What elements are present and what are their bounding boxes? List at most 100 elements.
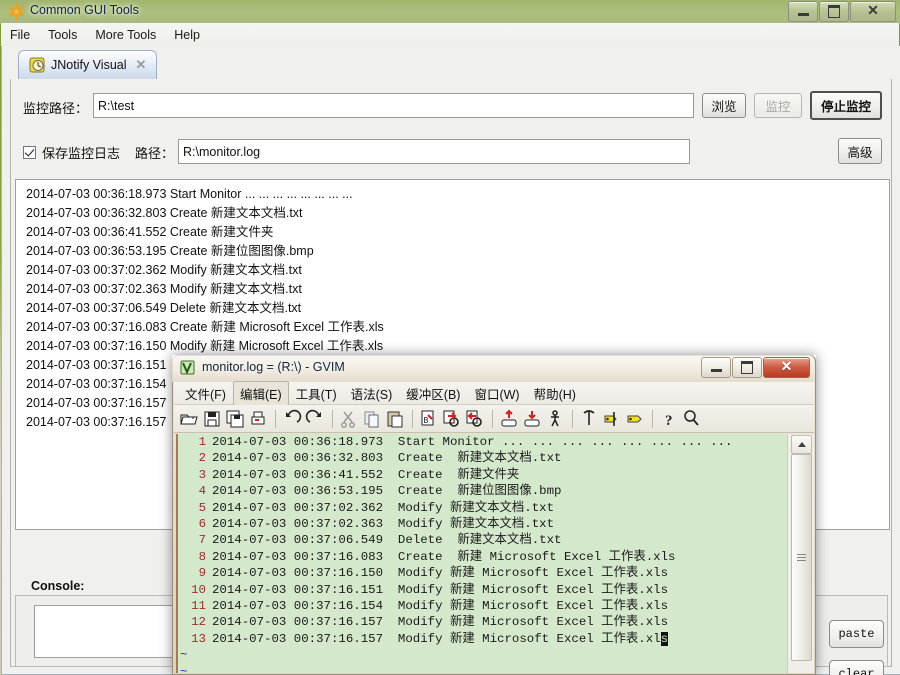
clock-icon: [29, 57, 45, 73]
find-prev-icon[interactable]: [464, 408, 486, 430]
svg-text:?: ?: [665, 413, 673, 429]
save-all-icon[interactable]: [224, 408, 246, 430]
gvim-line-text: 2014-07-03 00:36:18.973 Start Monitor ..…: [212, 435, 733, 449]
minimize-button[interactable]: [788, 1, 818, 22]
find-replace-icon[interactable]: B: [418, 408, 440, 430]
maximize-button[interactable]: [819, 1, 849, 22]
help-icon[interactable]: ?: [658, 408, 680, 430]
redo-icon[interactable]: [304, 408, 326, 430]
gvim-menu-tools[interactable]: 工具(T): [289, 381, 344, 406]
gvim-line-text: 2014-07-03 00:36:53.195 Create 新建位图图像.bm…: [212, 484, 562, 499]
gvim-line-text: 2014-07-03 00:37:16.151 Modify 新建 Micros…: [212, 582, 669, 597]
undo-icon[interactable]: [281, 408, 303, 430]
main-menubar: File Tools More Tools Help: [1, 23, 899, 47]
gvim-empty-marker: ~: [180, 648, 188, 663]
cut-icon[interactable]: [338, 408, 360, 430]
toolbar-separator: [652, 409, 653, 428]
gvim-menu-buffers[interactable]: 缓冲区(B): [399, 381, 467, 406]
save-icon[interactable]: [201, 408, 223, 430]
gvim-line-text: 2014-07-03 00:37:16.150 Modify 新建 Micros…: [212, 566, 669, 581]
gvim-text-area[interactable]: 1 2014-07-03 00:36:18.973 Start Monitor .…: [176, 434, 788, 673]
load-session-icon[interactable]: [498, 408, 520, 430]
save-log-checkbox[interactable]: 保存监控日志: [23, 143, 120, 162]
open-file-icon[interactable]: [178, 408, 200, 430]
main-window-title: Common GUI Tools: [30, 3, 139, 17]
menu-help[interactable]: Help: [165, 25, 209, 45]
find-next-icon[interactable]: [441, 408, 463, 430]
maximize-icon: [741, 361, 753, 374]
gvim-line-number: 2: [198, 451, 206, 466]
gvim-close-button[interactable]: ✕: [763, 357, 810, 378]
save-session-icon[interactable]: [521, 408, 543, 430]
gvim-line-text: 2014-07-03 00:37:16.083 Create 新建 Micros…: [212, 549, 676, 564]
gvim-window-title: monitor.log = (R:\) - GVIM: [202, 360, 345, 374]
gvim-line: 11 2014-07-03 00:37:16.154 Modify 新建 Micr…: [178, 598, 788, 614]
gvim-line-text: 2014-07-03 00:36:41.552 Create 新建文件夹: [212, 467, 520, 482]
start-monitor-button[interactable]: 监控: [754, 93, 802, 118]
menu-tools[interactable]: Tools: [39, 25, 86, 45]
minimize-icon: [797, 13, 809, 16]
find-help-icon[interactable]: [681, 408, 703, 430]
gvim-empty-marker: ~: [180, 664, 188, 673]
gvim-line-text: 2014-07-03 00:37:02.362 Modify 新建文本文档.tx…: [212, 500, 555, 515]
gvim-window[interactable]: monitor.log = (R:\) - GVIM ✕ 文件(F) 编辑(E)…: [172, 355, 816, 675]
scrollbar-thumb[interactable]: [791, 454, 812, 661]
gvim-line: 10 2014-07-03 00:37:16.151 Modify 新建 Micr…: [178, 582, 788, 598]
gvim-window-controls: ✕: [700, 357, 810, 378]
list-item: 2014-07-03 00:36:32.803 Create 新建文本文档.tx…: [26, 206, 303, 220]
gvim-line: 6 2014-07-03 00:37:02.363 Modify 新建文本文档.t…: [178, 516, 788, 532]
grip-icon: [797, 554, 806, 561]
tag-icon[interactable]: [624, 408, 646, 430]
gvim-line-number: 7: [198, 533, 206, 548]
gvim-menu-syntax[interactable]: 语法(S): [344, 381, 400, 406]
gvim-line-number: 12: [191, 615, 206, 630]
jump-tag-icon[interactable]: [601, 408, 623, 430]
tab-strip: JNotify Visual ✕: [10, 50, 892, 81]
tab-close-icon[interactable]: ✕: [136, 57, 147, 73]
list-item: 2014-07-03 00:36:41.552 Create 新建文件夹: [26, 225, 274, 239]
browse-button[interactable]: 浏览: [702, 93, 746, 118]
gvim-menu-edit[interactable]: 编辑(E): [232, 380, 289, 406]
menu-more-tools[interactable]: More Tools: [86, 25, 165, 45]
gvim-minimize-button[interactable]: [701, 357, 731, 378]
gvim-line-number: 5: [198, 500, 206, 515]
gvim-line: 2 2014-07-03 00:36:32.803 Create 新建文本文档.t…: [178, 450, 788, 466]
save-log-label: 保存监控日志: [42, 146, 121, 161]
close-button[interactable]: ✕: [850, 1, 896, 22]
screen: Common GUI Tools ✕ File Tools More Tools…: [0, 0, 900, 675]
advanced-button[interactable]: 高级: [838, 138, 882, 164]
gvim-line-text: 2014-07-03 00:37:06.549 Delete 新建文本文档.tx…: [212, 533, 562, 548]
scrollbar-up-button[interactable]: [791, 435, 812, 454]
copy-icon[interactable]: [361, 408, 383, 430]
menu-file[interactable]: File: [1, 25, 39, 45]
monitor-path-input[interactable]: [93, 93, 694, 118]
main-window-controls: ✕: [787, 1, 896, 22]
svg-text:B: B: [424, 416, 429, 425]
gvim-menu-window[interactable]: 窗口(W): [467, 381, 526, 406]
print-icon[interactable]: [247, 408, 269, 430]
gvim-menu-help[interactable]: 帮助(H): [527, 381, 583, 406]
toolbar-separator: [572, 409, 573, 428]
gvim-maximize-button[interactable]: [732, 357, 762, 378]
gvim-menu-file[interactable]: 文件(F): [178, 381, 233, 406]
console-label: Console:: [31, 579, 85, 593]
run-script-icon[interactable]: [544, 408, 566, 430]
log-path-input[interactable]: [178, 139, 690, 164]
list-item: 2014-07-03 00:36:53.195 Create 新建位图图像.bm…: [26, 244, 314, 258]
gvim-line-text: 2014-07-03 00:37:16.157 Modify 新建 Micros…: [212, 615, 669, 630]
list-item: 2014-07-03 00:37:06.549 Delete 新建文本文档.tx…: [26, 301, 302, 315]
gvim-line-number: 13: [191, 631, 206, 646]
gvim-cursor: s: [660, 631, 669, 646]
console-paste-button[interactable]: paste: [829, 620, 884, 648]
list-item: 2014-07-03 00:37:02.362 Modify 新建文本文档.tx…: [26, 263, 302, 277]
tab-jnotify-visual[interactable]: JNotify Visual ✕: [18, 50, 158, 79]
list-item: 2014-07-03 00:37:16.083 Create 新建 Micros…: [26, 320, 384, 334]
gvim-icon: [180, 360, 195, 375]
stop-monitor-button[interactable]: 停止监控: [810, 91, 882, 120]
gvim-toolbar: B ?: [174, 405, 814, 433]
paste-icon[interactable]: [384, 408, 406, 430]
gvim-line-text: 2014-07-03 00:37:16.157 Modify 新建 Micros…: [212, 631, 661, 646]
gvim-scrollbar[interactable]: [787, 434, 814, 673]
build-tags-icon[interactable]: [578, 408, 600, 430]
console-clear-button[interactable]: clear: [829, 660, 884, 675]
